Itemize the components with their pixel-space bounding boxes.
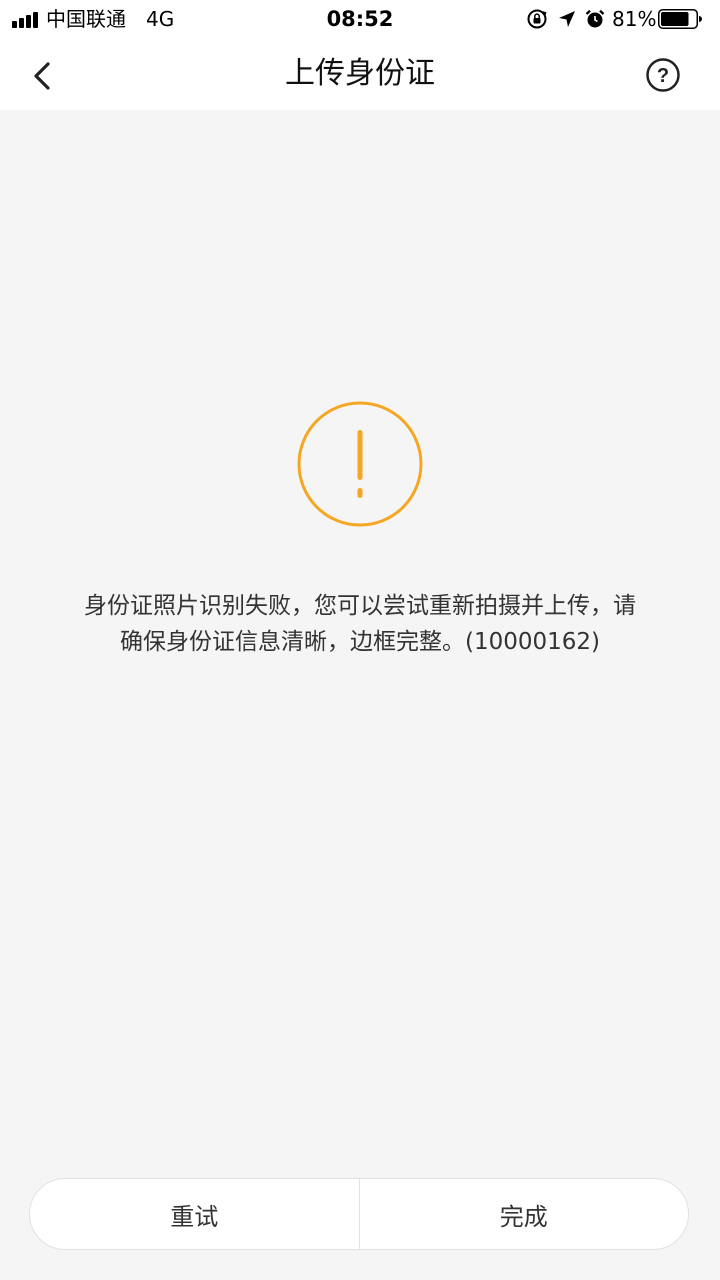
exclamation-circle-icon — [297, 401, 423, 527]
status-bar: 中国联通 4G 08:52 81% — [0, 0, 720, 40]
help-symbol: ? — [657, 65, 669, 87]
location-icon — [559, 11, 575, 27]
alarm-icon — [585, 9, 605, 28]
back-button[interactable] — [20, 54, 64, 98]
action-button-group: 重试 完成 — [29, 1178, 689, 1250]
retry-button[interactable]: 重试 — [30, 1179, 359, 1249]
chevron-left-icon — [34, 62, 50, 90]
battery-percentage: 81% — [612, 7, 657, 31]
error-message-line-1: 身份证照片识别失败，您可以尝试重新拍摄并上传，请 — [84, 593, 636, 619]
page-title: 上传身份证 — [285, 56, 435, 91]
battery-icon — [658, 9, 702, 29]
question-circle-icon: ? — [646, 58, 680, 92]
error-message-line-2: 确保身份证信息清晰，边框完整。(10000162) — [119, 629, 600, 655]
done-button[interactable]: 完成 — [360, 1179, 689, 1249]
rotation-lock-icon — [527, 9, 547, 29]
help-button[interactable]: ? — [644, 56, 682, 94]
navigation-bar: 上传身份证 ? — [0, 40, 720, 110]
error-message: 身份证照片识别失败，您可以尝试重新拍摄并上传，请 确保身份证信息清晰，边框完整。… — [60, 588, 660, 660]
